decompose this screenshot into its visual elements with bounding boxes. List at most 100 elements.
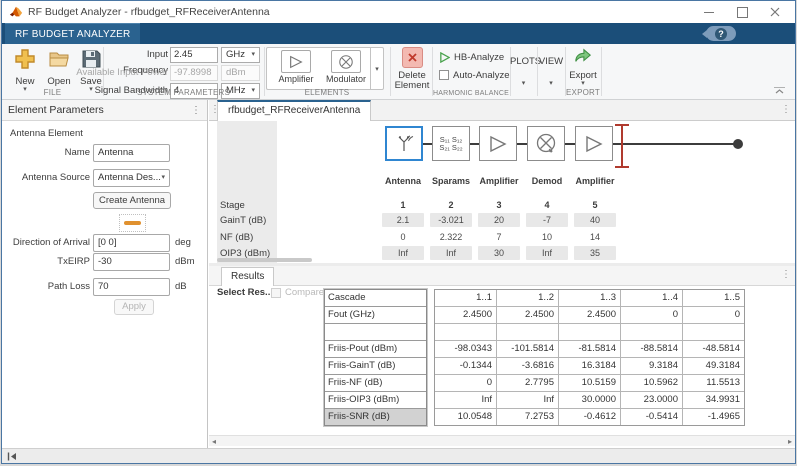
gain-value[interactable]: 2.1: [382, 213, 424, 227]
results-cell[interactable]: -88.5814: [621, 341, 682, 357]
results-row-label[interactable]: Friis-NF (dB): [325, 375, 426, 391]
results-cell[interactable]: 10.5962: [621, 375, 682, 391]
view-button[interactable]: VIEW ▾: [537, 56, 565, 87]
block-amplifier-1[interactable]: [479, 126, 517, 161]
nf-value[interactable]: 7: [475, 232, 523, 242]
modulator-gallery-button[interactable]: Modulator: [325, 50, 367, 84]
results-cell[interactable]: Inf: [435, 392, 496, 408]
nf-value[interactable]: 2.322: [427, 232, 475, 242]
nf-value[interactable]: 0: [379, 232, 427, 242]
results-cell[interactable]: 11.5513: [683, 375, 744, 391]
gain-value[interactable]: -7: [526, 213, 568, 227]
results-cell[interactable]: 16.3184: [559, 358, 620, 374]
help-button[interactable]: ?: [706, 26, 736, 41]
results-row-label[interactable]: Fout (GHz): [325, 307, 426, 323]
txeirp-field[interactable]: -30: [93, 253, 170, 271]
create-antenna-button[interactable]: Create Antenna: [93, 192, 171, 209]
element-parameters-header: Element Parameters ⋮: [2, 100, 207, 121]
document-bar-menu-icon[interactable]: ⋮: [781, 104, 791, 115]
block-amplifier-2[interactable]: [575, 126, 613, 161]
results-row-label[interactable]: [325, 324, 426, 340]
minimize-button[interactable]: [701, 4, 717, 20]
scroll-right-icon[interactable]: ▸: [788, 436, 792, 447]
document-tab[interactable]: rfbudget_RFReceiverAntenna: [217, 100, 371, 121]
close-button[interactable]: [767, 4, 783, 20]
results-cell[interactable]: 10.0548: [435, 409, 496, 425]
maximize-button[interactable]: [734, 4, 750, 20]
scroll-left-icon[interactable]: ◂: [212, 436, 216, 447]
results-cell[interactable]: 34.9931: [683, 392, 744, 408]
results-cell[interactable]: -0.5414: [621, 409, 682, 425]
results-cell[interactable]: [683, 324, 744, 340]
block-demod[interactable]: [527, 126, 565, 161]
gain-value[interactable]: -3.021: [430, 213, 472, 227]
results-cell[interactable]: 2.4500: [497, 307, 558, 323]
results-cell[interactable]: 9.3184: [621, 358, 682, 374]
results-cell[interactable]: 10.5159: [559, 375, 620, 391]
results-cell[interactable]: 0: [435, 375, 496, 391]
collapse-panel-icon[interactable]: [7, 452, 17, 461]
results-cell[interactable]: 2.7795: [497, 375, 558, 391]
input-frequency-unit-select[interactable]: GHz ▾: [221, 47, 260, 63]
auto-analyze-checkbox[interactable]: Auto-Analyze: [439, 69, 510, 81]
results-cell[interactable]: 7.2753: [497, 409, 558, 425]
results-row-label[interactable]: Friis-Pout (dBm): [325, 341, 426, 357]
results-cell[interactable]: -101.5814: [497, 341, 558, 357]
collapse-ribbon-button[interactable]: [774, 87, 785, 95]
results-menu-icon[interactable]: ⋮: [781, 269, 791, 280]
results-cell[interactable]: 0: [683, 307, 744, 323]
results-cell[interactable]: -3.6816: [497, 358, 558, 374]
results-tab[interactable]: Results: [221, 267, 274, 286]
results-row-label[interactable]: Friis-OIP3 (dBm): [325, 392, 426, 408]
results-horizontal-scrollbar[interactable]: ◂ ▸: [209, 435, 795, 446]
results-cell[interactable]: -1.4965: [683, 409, 744, 425]
antenna-preview[interactable]: [119, 214, 146, 232]
export-button[interactable]: Export ▾: [566, 47, 600, 87]
results-cell[interactable]: 2.4500: [435, 307, 496, 323]
results-cell[interactable]: [559, 324, 620, 340]
results-cell[interactable]: -98.0343: [435, 341, 496, 357]
input-frequency-field[interactable]: 2.45: [170, 47, 218, 63]
results-cell[interactable]: 23.0000: [621, 392, 682, 408]
results-cell[interactable]: -0.4612: [559, 409, 620, 425]
ribbon-tab-rf-budget-analyzer[interactable]: RF BUDGET ANALYZER: [5, 23, 140, 44]
results-row-label[interactable]: Friis-GainT (dB): [325, 358, 426, 374]
schematic-canvas[interactable]: Stage GainT (dB) NF (dB) OIP3 (dBm) S₁₁ …: [209, 121, 795, 263]
block-sparams[interactable]: S₁₁ S₁₂ S₂₁ S₂₂: [432, 126, 470, 161]
antenna-source-select[interactable]: Antenna Des... ▾: [93, 169, 170, 187]
delete-element-button[interactable]: Delete Element: [394, 47, 430, 91]
nf-value[interactable]: 14: [571, 232, 619, 242]
results-cell[interactable]: 0: [621, 307, 682, 323]
results-cell[interactable]: -81.5814: [559, 341, 620, 357]
results-cell[interactable]: [621, 324, 682, 340]
path-loss-field[interactable]: 70: [93, 278, 170, 296]
oip3-value[interactable]: 30: [478, 246, 520, 260]
oip3-value[interactable]: Inf: [430, 246, 472, 260]
results-cell[interactable]: Inf: [497, 392, 558, 408]
oip3-value[interactable]: Inf: [382, 246, 424, 260]
oip3-value[interactable]: Inf: [526, 246, 568, 260]
hb-analyze-button[interactable]: HB-Analyze: [439, 51, 504, 63]
plots-button[interactable]: PLOTS ▾: [510, 56, 537, 87]
panel-menu-icon[interactable]: ⋮: [191, 105, 201, 116]
oip3-value[interactable]: 35: [574, 246, 616, 260]
results-cell[interactable]: 30.0000: [559, 392, 620, 408]
results-cell[interactable]: [497, 324, 558, 340]
nf-value[interactable]: 10: [523, 232, 571, 242]
apply-button[interactable]: Apply: [114, 299, 154, 315]
block-antenna[interactable]: [385, 126, 423, 161]
canvas-horizontal-scrollbar[interactable]: [217, 258, 312, 262]
direction-of-arrival-field[interactable]: [0 0]: [93, 234, 170, 252]
gallery-dropdown-icon[interactable]: ▾: [370, 48, 383, 89]
amplifier-gallery-button[interactable]: Amplifier: [275, 50, 317, 84]
results-cell[interactable]: [435, 324, 496, 340]
results-row-label[interactable]: Friis-SNR (dB): [325, 409, 426, 425]
gain-value[interactable]: 40: [574, 213, 616, 227]
results-cell[interactable]: 49.3184: [683, 358, 744, 374]
new-button[interactable]: New ▾: [8, 47, 42, 93]
results-cell[interactable]: -48.5814: [683, 341, 744, 357]
name-field[interactable]: Antenna: [93, 144, 170, 162]
results-cell[interactable]: -0.1344: [435, 358, 496, 374]
gain-value[interactable]: 20: [478, 213, 520, 227]
results-cell[interactable]: 2.4500: [559, 307, 620, 323]
